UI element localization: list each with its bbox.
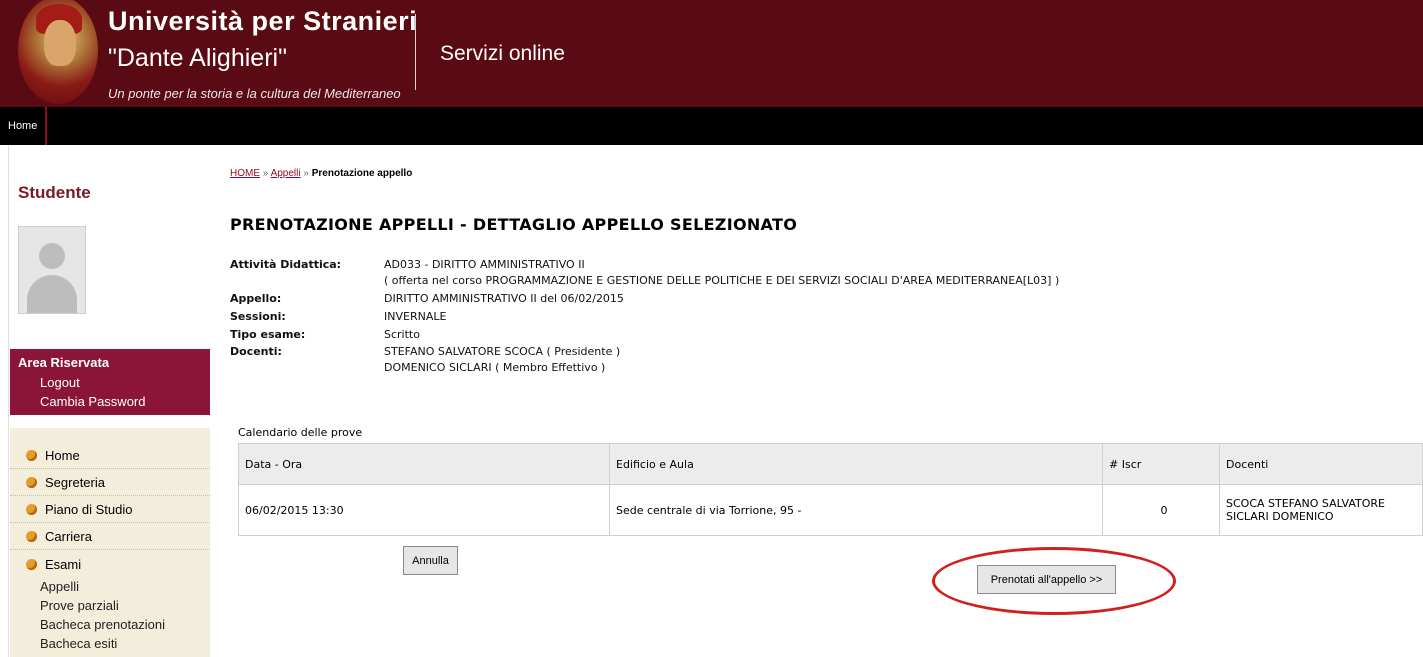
calendar-caption: Calendario delle prove [238, 426, 363, 439]
cell-docente-1: SCOCA STEFANO SALVATORE [1226, 497, 1385, 510]
sidebar-subitem-prove-parziali[interactable]: Prove parziali [40, 598, 119, 613]
bullet-icon [26, 476, 37, 488]
cell-iscritti: 0 [1102, 484, 1220, 536]
sessioni-label: Sessioni: [230, 310, 286, 323]
cell-data-ora: 06/02/2015 13:30 [238, 484, 610, 536]
appello-value: DIRITTO AMMINISTRATIVO II del 06/02/2015 [384, 292, 624, 305]
cell-edificio: Sede centrale di via Torrione, 95 - [609, 484, 1103, 536]
breadcrumb-appelli-link[interactable]: Appelli [271, 168, 301, 179]
docenti-label: Docenti: [230, 345, 282, 358]
university-title: Università per Stranieri [108, 6, 418, 36]
bullet-icon [26, 449, 37, 461]
sidebar-item-esami[interactable]: Esami [10, 551, 210, 577]
site-header: Università per Stranieri "Dante Alighier… [0, 0, 1423, 107]
docente-1: STEFANO SALVATORE SCOCA ( Presidente ) [384, 345, 621, 358]
sidebar-item-home[interactable]: Home [10, 442, 210, 469]
col-header-iscritti: # Iscr [1102, 443, 1220, 485]
page-title: PRENOTAZIONE APPELLI - DETTAGLIO APPELLO… [230, 215, 798, 234]
attivita-value: AD033 - DIRITTO AMMINISTRATIVO II [384, 258, 585, 271]
col-header-data-ora: Data - Ora [238, 443, 610, 485]
prenotati-button[interactable]: Prenotati all'appello >> [977, 565, 1116, 594]
sidebar-heading: Studente [18, 183, 91, 202]
calendar-table: Data - Ora Edificio e Aula # Iscr Docent… [238, 443, 1423, 536]
breadcrumb: HOME » Appelli » Prenotazione appello [230, 168, 412, 179]
table-row: 06/02/2015 13:30 Sede centrale di via To… [238, 484, 1423, 536]
annulla-button[interactable]: Annulla [403, 546, 458, 575]
tipo-esame-label: Tipo esame: [230, 328, 306, 341]
cell-docenti: SCOCA STEFANO SALVATORE SICLARI DOMENICO [1219, 484, 1423, 536]
bullet-icon [26, 503, 37, 515]
logout-link[interactable]: Logout [40, 375, 80, 390]
header-divider [415, 14, 416, 90]
tipo-esame-value: Scritto [384, 328, 420, 341]
bullet-icon [26, 558, 37, 570]
sidebar-subitem-appelli[interactable]: Appelli [40, 579, 79, 594]
change-password-link[interactable]: Cambia Password [40, 394, 146, 409]
reserved-area-title: Area Riservata [18, 355, 110, 370]
nav-home-link[interactable]: Home [0, 107, 48, 145]
attivita-label: Attività Didattica: [230, 258, 342, 271]
reserved-area: Area Riservata Logout Cambia Password [10, 349, 210, 415]
sidebar-item-piano-di-studio[interactable]: Piano di Studio [10, 496, 210, 523]
breadcrumb-home-link[interactable]: HOME [230, 168, 260, 179]
sidebar-item-segreteria[interactable]: Segreteria [10, 469, 210, 496]
col-header-docenti: Docenti [1219, 443, 1423, 485]
sessioni-value: INVERNALE [384, 310, 447, 323]
top-navbar: Home [0, 107, 1423, 145]
sidebar-item-carriera[interactable]: Carriera [10, 523, 210, 550]
bullet-icon [26, 530, 37, 542]
docente-2: DOMENICO SICLARI ( Membro Effettivo ) [384, 361, 606, 374]
services-title: Servizi online [440, 42, 565, 65]
breadcrumb-separator: » [303, 168, 309, 179]
breadcrumb-current: Prenotazione appello [311, 168, 413, 179]
breadcrumb-separator: » [262, 168, 269, 179]
sidebar-menu: Home Segreteria Piano di Studio Carriera… [10, 428, 210, 657]
cell-docente-2: SICLARI DOMENICO [1226, 510, 1334, 523]
table-header-row: Data - Ora Edificio e Aula # Iscr Docent… [238, 443, 1423, 485]
offerta-value: ( offerta nel corso PROGRAMMAZIONE E GES… [384, 274, 1060, 287]
university-motto: Un ponte per la storia e la cultura del … [108, 86, 401, 101]
university-logo [18, 0, 98, 104]
appello-label: Appello: [230, 292, 282, 305]
sidebar-subitem-bacheca-esiti[interactable]: Bacheca esiti [40, 636, 117, 651]
sidebar-subitem-bacheca-prenotazioni[interactable]: Bacheca prenotazioni [40, 617, 165, 632]
sidebar: Studente Area Riservata Logout Cambia Pa… [0, 145, 215, 657]
university-subtitle: "Dante Alighieri" [108, 44, 287, 72]
col-header-edificio: Edificio e Aula [609, 443, 1103, 485]
avatar [18, 226, 86, 314]
